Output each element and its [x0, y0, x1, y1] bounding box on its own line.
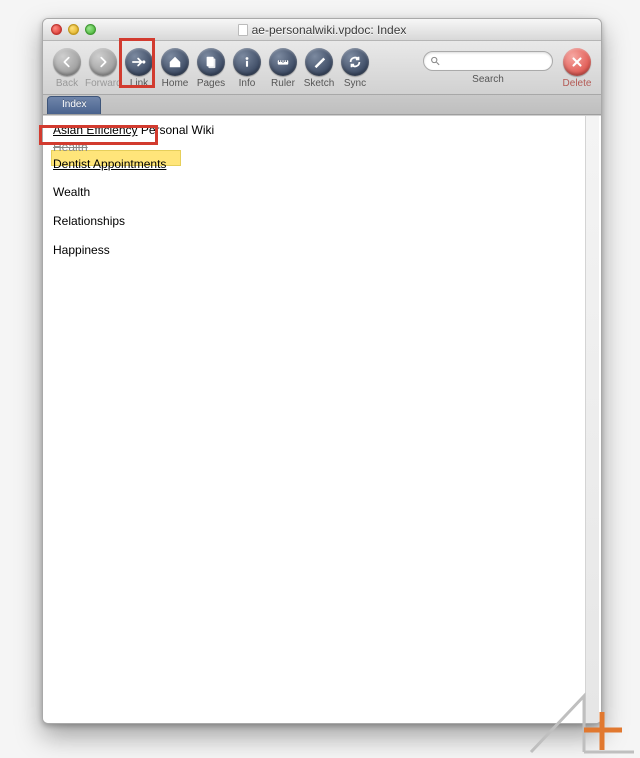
section-wealth: Wealth	[53, 184, 591, 201]
app-window: ae-personalwiki.vpdoc: Index Back Forwar…	[42, 18, 602, 724]
window-title: ae-personalwiki.vpdoc: Index	[43, 23, 601, 37]
sketch-icon	[312, 55, 326, 69]
ruler-label: Ruler	[265, 78, 301, 89]
forward-button[interactable]: Forward	[85, 46, 121, 89]
window-title-text: ae-personalwiki.vpdoc: Index	[252, 23, 407, 37]
pages-icon	[204, 55, 218, 69]
ruler-button[interactable]: Ruler	[265, 46, 301, 89]
window-controls	[51, 24, 96, 35]
search-label: Search	[472, 74, 504, 85]
document-icon	[238, 24, 248, 36]
sync-label: Sync	[337, 78, 373, 89]
home-button[interactable]: Home	[157, 46, 193, 89]
line-dentist[interactable]: Dentist Appointments	[53, 156, 591, 173]
section-relationships: Relationships	[53, 213, 591, 230]
heading-line: Asian Efficiency Personal Wiki	[53, 122, 591, 139]
search-box: Search	[423, 51, 553, 85]
section-happiness: Happiness	[53, 242, 591, 259]
pages-button[interactable]: Pages	[193, 46, 229, 89]
wiki-title-rest: Personal Wiki	[138, 123, 215, 137]
sync-button[interactable]: Sync	[337, 46, 373, 89]
sketch-label: Sketch	[301, 78, 337, 89]
search-input[interactable]	[444, 54, 546, 68]
document-content[interactable]: Asian Efficiency Personal Wiki Health De…	[43, 115, 601, 723]
info-label: Info	[229, 78, 265, 89]
minimize-icon[interactable]	[68, 24, 79, 35]
tab-index[interactable]: Index	[47, 96, 101, 114]
arrow-left-icon	[60, 55, 74, 69]
link-button[interactable]: Link	[121, 46, 157, 89]
back-label: Back	[49, 78, 85, 89]
tab-label: Index	[62, 99, 86, 110]
wiki-title-link[interactable]: Asian Efficiency	[53, 123, 138, 137]
forward-label: Forward	[85, 78, 121, 89]
info-button[interactable]: Info	[229, 46, 265, 89]
tab-bar: Index	[43, 95, 601, 115]
delete-label: Delete	[559, 78, 595, 89]
zoom-icon[interactable]	[85, 24, 96, 35]
link-icon	[132, 55, 146, 69]
delete-icon	[570, 55, 584, 69]
sketch-button[interactable]: Sketch	[301, 46, 337, 89]
back-button[interactable]: Back	[49, 46, 85, 89]
search-icon	[430, 55, 440, 67]
info-icon	[240, 55, 254, 69]
close-icon[interactable]	[51, 24, 62, 35]
home-label: Home	[157, 78, 193, 89]
link-label: Link	[121, 78, 157, 89]
arrow-right-icon	[96, 55, 110, 69]
titlebar: ae-personalwiki.vpdoc: Index	[43, 19, 601, 41]
line-health: Health	[53, 139, 591, 156]
toolbar: Back Forward Link Home	[43, 41, 601, 95]
pages-label: Pages	[193, 78, 229, 89]
home-icon	[168, 55, 182, 69]
sync-icon	[348, 55, 362, 69]
delete-button[interactable]: Delete	[559, 46, 595, 89]
ruler-icon	[276, 55, 290, 69]
